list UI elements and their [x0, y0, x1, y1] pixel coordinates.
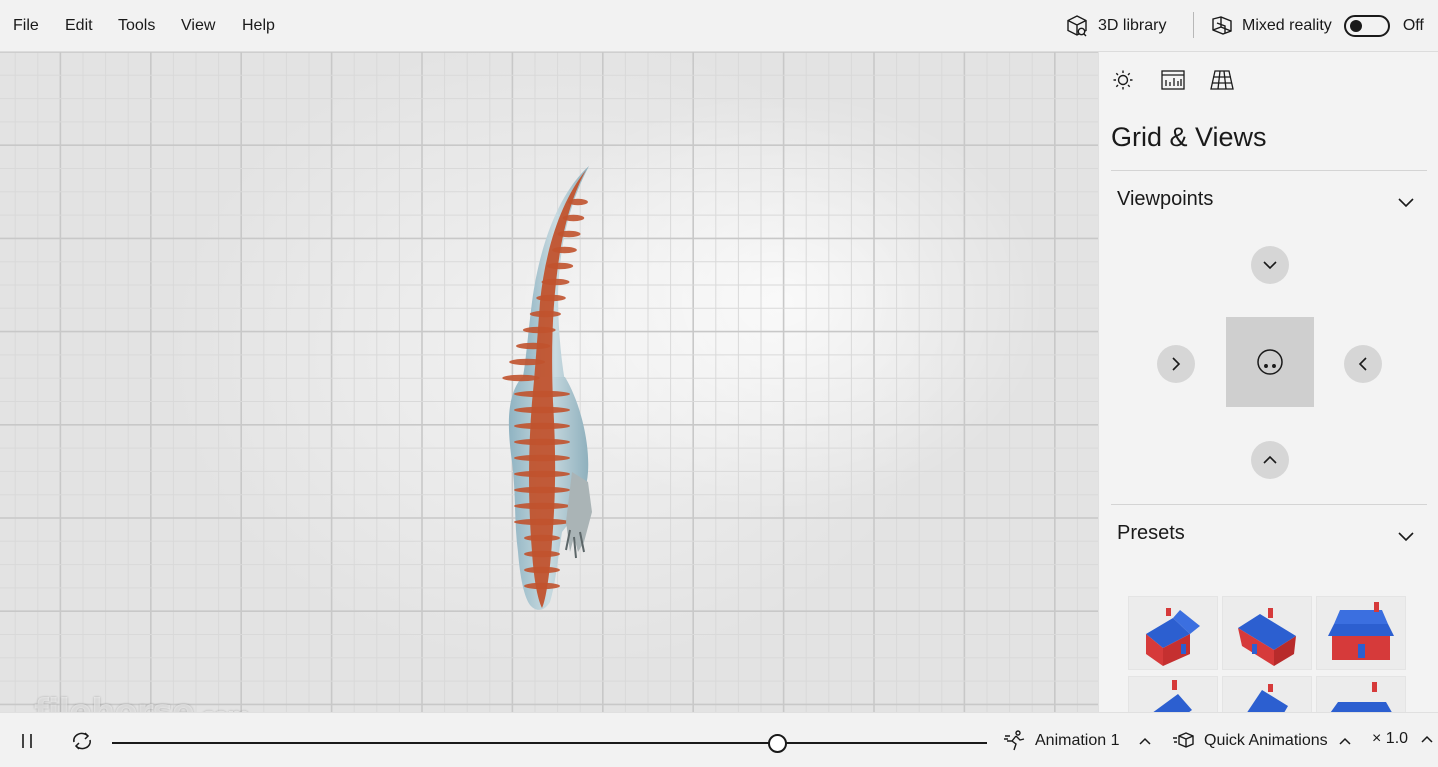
toggle-knob	[1349, 20, 1362, 32]
timeline-thumb[interactable]	[768, 734, 787, 753]
chevron-up-icon	[1421, 735, 1433, 743]
toggle-state-label: Off	[1402, 17, 1424, 34]
animation-selector[interactable]: Animation 1	[1003, 730, 1152, 752]
house-icon	[1247, 684, 1288, 712]
loop-button[interactable]	[70, 730, 94, 752]
preset-view-3[interactable]	[1316, 596, 1406, 670]
view-rotate-down-button[interactable]	[1251, 246, 1289, 284]
cube-animation-icon	[1173, 732, 1194, 748]
mixed-reality-icon	[1212, 16, 1232, 35]
house-icon	[1330, 682, 1392, 712]
menu-bar: File Edit Tools View Help 3D library Mix…	[0, 0, 1438, 52]
chevron-right-icon	[1172, 357, 1181, 371]
lighting-icon	[1113, 70, 1133, 90]
menu-tools[interactable]: Tools	[118, 17, 155, 35]
house-icon	[1238, 608, 1296, 666]
house-icon	[1328, 602, 1394, 660]
mixed-reality-label: Mixed reality	[1242, 17, 1332, 34]
quick-animations-selector[interactable]: Quick Animations	[1172, 730, 1352, 752]
house-icon	[1153, 680, 1192, 712]
playback-bar: Animation 1 Quick Animations × 1.0	[0, 712, 1438, 767]
preset-view-4[interactable]	[1128, 676, 1218, 712]
chevron-up-icon	[1339, 737, 1351, 745]
viewpoints-header[interactable]: Viewpoints	[1117, 188, 1213, 211]
divider	[1111, 504, 1427, 505]
panel-title: Grid & Views	[1111, 122, 1267, 152]
properties-panel: Grid & Views Viewpoints Presets	[1098, 52, 1438, 712]
pause-button[interactable]	[20, 732, 34, 750]
view-front-button[interactable]	[1226, 317, 1314, 407]
tab-grid-views[interactable]	[1209, 68, 1235, 92]
mixed-reality-control: Mixed reality Off	[1210, 13, 1424, 39]
tab-lighting[interactable]	[1110, 68, 1136, 92]
speed-label: × 1.0	[1372, 730, 1409, 747]
house-icon	[1146, 608, 1200, 666]
view-rotate-left-button[interactable]	[1344, 345, 1382, 383]
3d-library-label: 3D library	[1098, 17, 1167, 34]
tab-stats[interactable]	[1160, 68, 1186, 92]
quick-animations-label: Quick Animations	[1204, 732, 1328, 749]
running-figure-icon	[1004, 730, 1025, 751]
view-rotate-right-button[interactable]	[1157, 345, 1195, 383]
pause-icon	[22, 734, 32, 748]
menu-edit[interactable]: Edit	[65, 17, 93, 35]
timeline-track[interactable]	[112, 742, 987, 744]
presets-header[interactable]: Presets	[1117, 522, 1185, 545]
grid-views-icon	[1210, 70, 1234, 90]
3d-library-button[interactable]: 3D library	[1065, 13, 1166, 39]
cube-icon	[1067, 15, 1087, 37]
animation-label: Animation 1	[1035, 732, 1120, 749]
dinosaur-model[interactable]	[0, 52, 1098, 712]
view-rotate-up-button[interactable]	[1251, 441, 1289, 479]
face-icon	[1257, 349, 1283, 375]
stats-icon	[1161, 70, 1185, 90]
toolbar-divider	[1193, 12, 1194, 38]
preset-view-2[interactable]	[1222, 596, 1312, 670]
menu-view[interactable]: View	[181, 17, 215, 35]
chevron-left-icon	[1358, 357, 1367, 371]
preset-view-6[interactable]	[1316, 676, 1406, 712]
speed-selector[interactable]: × 1.0	[1372, 730, 1434, 748]
divider	[1111, 170, 1427, 171]
preset-view-5[interactable]	[1222, 676, 1312, 712]
repeat-icon	[73, 732, 91, 750]
viewpoints-chevron-down-icon[interactable]	[1397, 196, 1415, 208]
mixed-reality-toggle[interactable]	[1343, 15, 1390, 37]
chevron-down-icon	[1263, 261, 1277, 270]
menu-file[interactable]: File	[13, 17, 39, 35]
chevron-up-icon	[1263, 455, 1277, 464]
chevron-up-icon	[1138, 737, 1151, 745]
menu-help[interactable]: Help	[242, 17, 275, 35]
presets-chevron-down-icon[interactable]	[1397, 530, 1415, 542]
3d-viewport[interactable]	[0, 52, 1098, 712]
preset-view-1[interactable]	[1128, 596, 1218, 670]
